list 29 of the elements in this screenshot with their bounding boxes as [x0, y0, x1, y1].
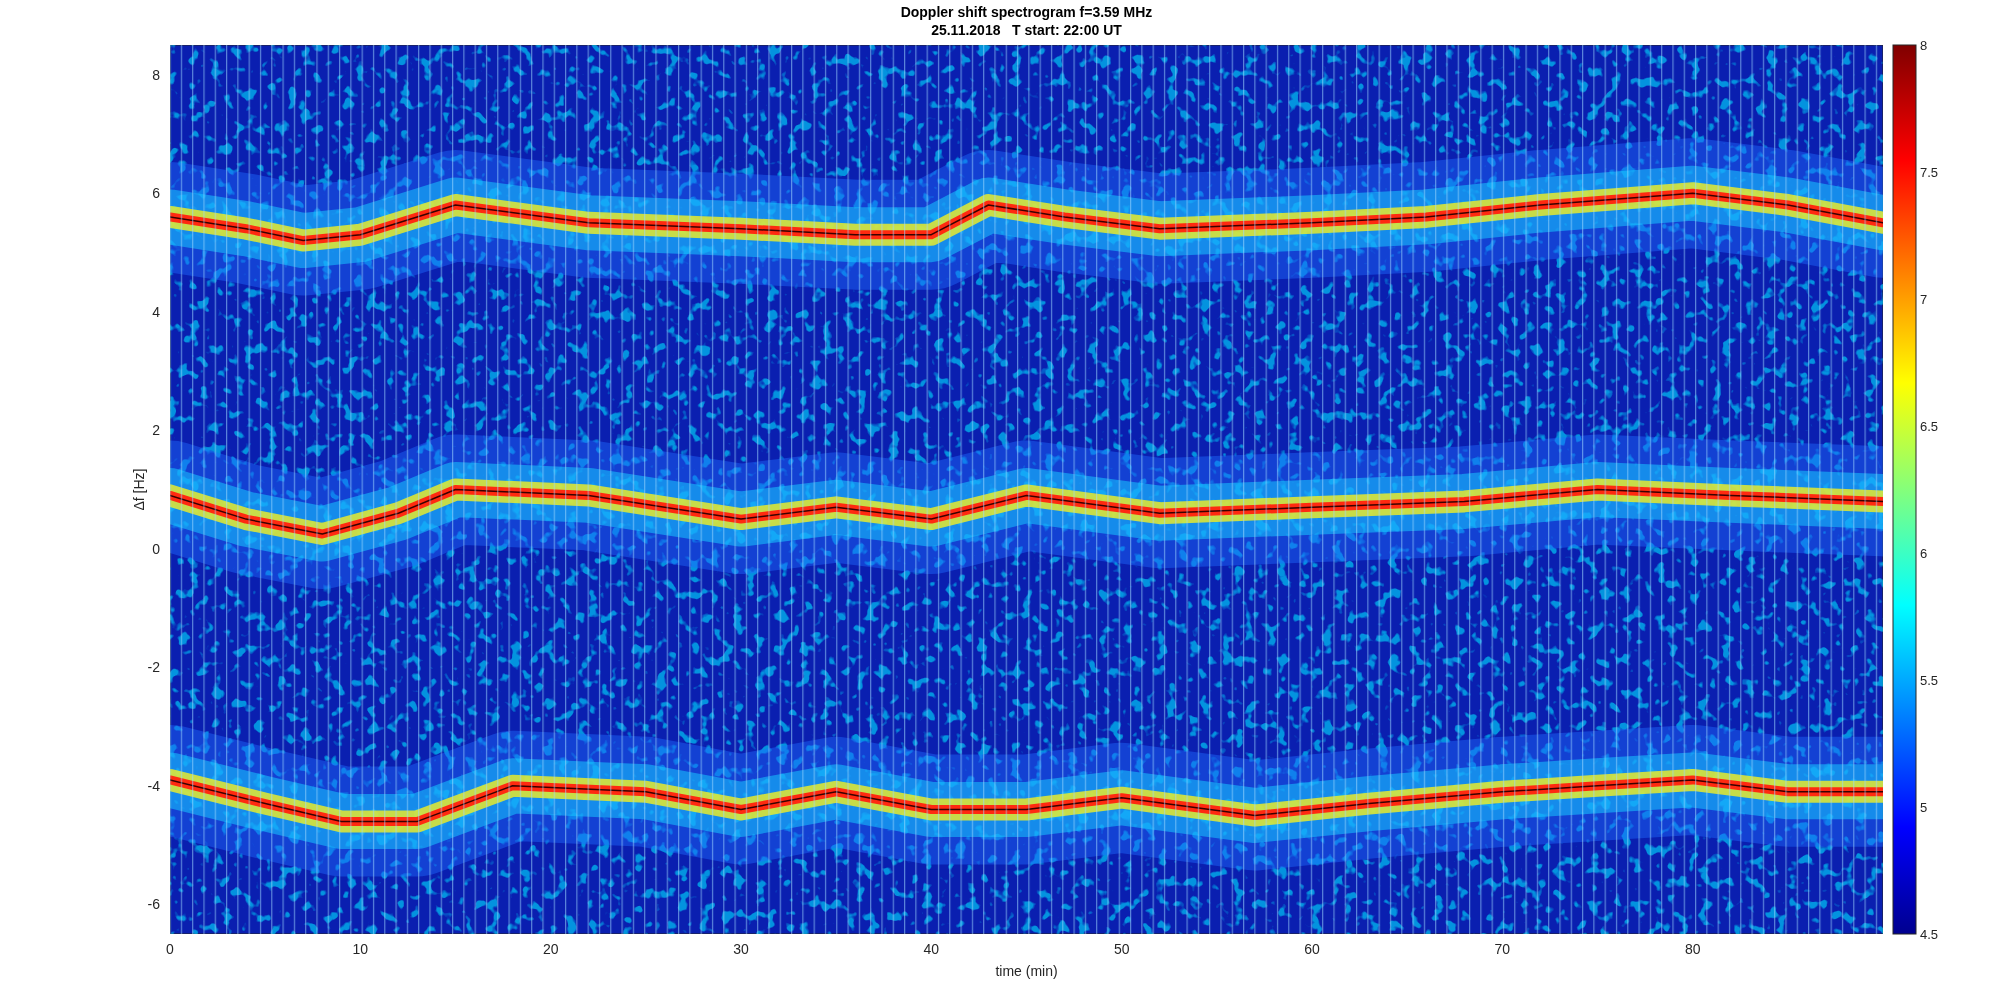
tick-label: 70 [1494, 941, 1511, 957]
plot-title: Doppler shift spectrogram f=3.59 MHz [900, 4, 1153, 20]
tick-label: 60 [1304, 941, 1320, 957]
tick-label: 4 [152, 303, 160, 320]
colorbar-tick-label: 6.5 [1920, 419, 1939, 434]
colorbar-tick-label: 4.5 [1920, 927, 1939, 942]
colorbar-tick-label: 5.5 [1920, 673, 1939, 688]
x-axis-label: time (min) [995, 963, 1058, 979]
tick-label: 6 [152, 185, 160, 202]
plot-title: 25.11.2018 T start: 22:00 UT [931, 22, 1122, 38]
colorbar-tick-label: 6 [1920, 546, 1928, 561]
colorbar-tick-label: 8 [1920, 38, 1928, 53]
tick-label: 0 [152, 540, 160, 557]
tick-label: -6 [147, 896, 160, 913]
tick-label: 30 [733, 941, 749, 957]
tick-label: 80 [1684, 941, 1701, 957]
tick-label: 50 [1113, 941, 1130, 957]
tick-label: 10 [352, 941, 369, 957]
tick-label: 2 [152, 422, 160, 439]
tick-label: 0 [166, 941, 174, 957]
tick-label: 20 [542, 941, 559, 957]
tick-label: -2 [147, 659, 160, 676]
tick-label: -4 [147, 777, 160, 794]
y-axis-label: Δf [Hz] [131, 468, 147, 511]
tick-label: 40 [923, 941, 940, 957]
colorbar-tick-label: 5 [1920, 800, 1928, 815]
colorbar-tick-label: 7 [1920, 292, 1928, 307]
tick-label: 8 [152, 66, 160, 83]
colorbar-tick-label: 7.5 [1920, 165, 1939, 180]
